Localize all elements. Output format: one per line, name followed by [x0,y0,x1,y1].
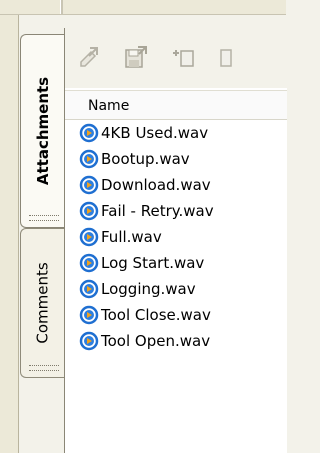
tab-attachments[interactable]: Attachments [20,34,65,228]
delete-attachment-button[interactable] [215,42,245,72]
list-item[interactable]: Tool Open.wav [65,328,287,354]
list-item[interactable]: Bootup.wav [65,146,287,172]
name-column-label: Name [88,98,130,114]
save-attachment-button[interactable] [121,42,151,72]
tab-comments[interactable]: Comments [20,228,65,378]
file-name: Download.wav [101,176,211,194]
add-icon [173,50,194,67]
audio-file-icon [79,227,99,247]
attachments-panel: Name 4KB Used.wav Bootup.wav Download.wa… [64,28,287,453]
file-name: Tool Open.wav [101,332,211,350]
tab-grip [29,365,59,371]
list-item[interactable]: Tool Close.wav [65,302,287,328]
name-column-header[interactable]: Name [65,90,287,120]
audio-file-icon [79,305,99,325]
add-attachment-button[interactable] [169,42,199,72]
file-name: Fail - Retry.wav [101,202,214,220]
tab-grip [29,215,59,221]
save-icon [125,46,147,68]
splitter-handle[interactable] [60,0,63,14]
audio-file-icon [79,331,99,351]
audio-file-icon [79,253,99,273]
delete-icon [220,49,232,67]
file-name: Bootup.wav [101,150,190,168]
list-item[interactable]: Fail - Retry.wav [65,198,287,224]
open-attachment-button[interactable] [75,42,105,72]
audio-file-icon [79,123,99,143]
attachment-list: 4KB Used.wav Bootup.wav Download.wav Fai… [65,120,287,354]
open-icon [80,47,98,67]
audio-file-icon [79,279,99,299]
attachments-toolbar [65,28,287,88]
list-item[interactable]: Log Start.wav [65,250,287,276]
audio-file-icon [79,175,99,195]
file-name: Log Start.wav [101,254,205,272]
top-splitter-strip [0,0,286,15]
list-item[interactable]: 4KB Used.wav [65,120,287,146]
list-item[interactable]: Full.wav [65,224,287,250]
navigation-gutter [0,15,19,453]
audio-file-icon [79,201,99,221]
file-name: Logging.wav [101,280,196,298]
tab-comments-label: Comments [34,262,52,344]
file-name: 4KB Used.wav [101,124,209,142]
list-item[interactable]: Download.wav [65,172,287,198]
audio-file-icon [79,149,99,169]
list-item[interactable]: Logging.wav [65,276,287,302]
file-name: Tool Close.wav [101,306,211,324]
file-name: Full.wav [101,228,162,246]
tab-attachments-label: Attachments [34,76,53,186]
